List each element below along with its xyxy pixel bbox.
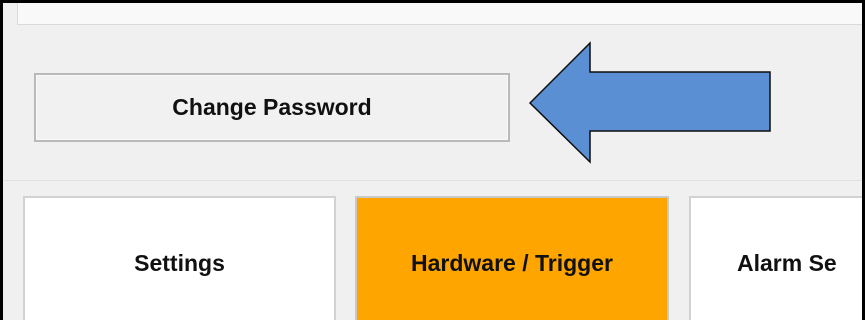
change-password-button[interactable]: Change Password	[34, 73, 510, 142]
arrow-shape	[528, 41, 771, 164]
window-frame: Change Password Settings Hardware / Trig…	[0, 0, 865, 320]
tab-hardware-trigger[interactable]: Hardware / Trigger	[355, 196, 669, 320]
tab-alarm-settings[interactable]: Alarm Se	[689, 196, 862, 320]
top-panel-strip	[17, 3, 862, 25]
left-arrow-icon	[528, 41, 771, 164]
tab-settings[interactable]: Settings	[23, 196, 336, 320]
section-divider	[3, 180, 862, 181]
